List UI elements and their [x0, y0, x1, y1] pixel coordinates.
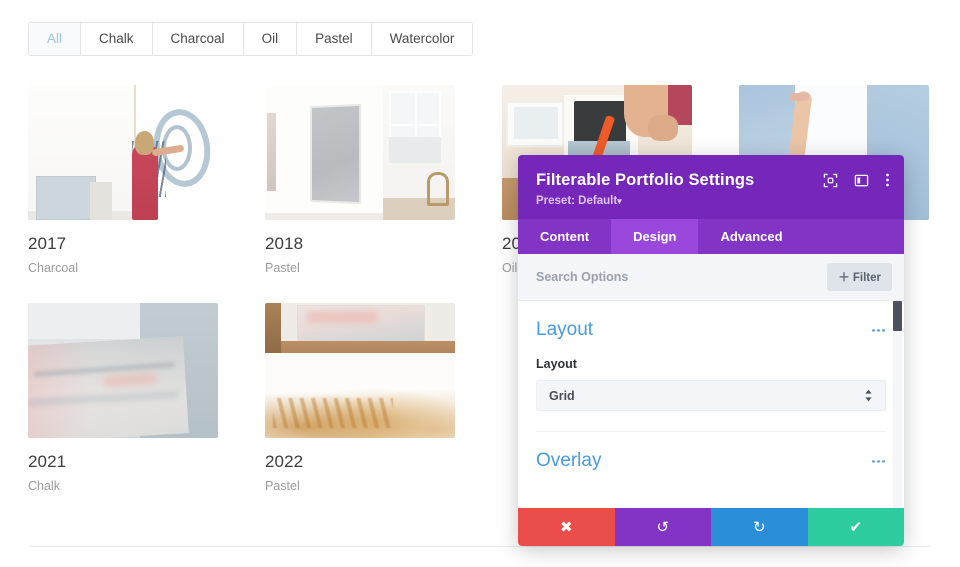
settings-tab-bar: Content Design Advanced [518, 219, 904, 254]
artwork-image-watercolor-on-paper [265, 303, 455, 438]
section-title[interactable]: Overlay [536, 450, 601, 472]
portfolio-item-category[interactable]: Pastel [265, 479, 455, 493]
preset-selector[interactable]: Preset: Default▾ [536, 195, 886, 207]
cancel-button[interactable]: ✖ [518, 508, 615, 546]
filter-tab-chalk[interactable]: Chalk [81, 23, 153, 55]
preset-label: Preset: Default [536, 195, 618, 207]
portfolio-item[interactable]: 2021 Chalk [28, 303, 218, 493]
section-more-options-icon[interactable]: ⋮ [870, 454, 887, 469]
settings-header-actions [823, 172, 890, 188]
portfolio-item-title[interactable]: 2021 [28, 452, 218, 472]
module-settings-panel: Filterable Portfolio Settings Preset: De… [518, 155, 904, 546]
portfolio-item-title[interactable]: 2018 [265, 234, 455, 254]
artwork-image-gallery-interior [265, 85, 455, 220]
check-icon: ✔ [849, 518, 863, 536]
portfolio-thumbnail[interactable] [28, 85, 218, 220]
filter-tab-all[interactable]: All [29, 23, 82, 55]
save-button[interactable]: ✔ [807, 508, 904, 546]
panel-layout-icon[interactable] [854, 173, 869, 188]
portfolio-item[interactable]: 2017 Charcoal [28, 85, 218, 275]
settings-action-bar: ✖ ↺ ↻ ✔ [518, 508, 904, 546]
portfolio-item-title[interactable]: 2022 [265, 452, 455, 472]
tab-design[interactable]: Design [611, 219, 699, 254]
tab-content[interactable]: Content [518, 219, 611, 254]
redo-icon: ↻ [752, 518, 766, 536]
portfolio-filter-bar: All Chalk Charcoal Oil Pastel Watercolor [28, 22, 474, 56]
add-filter-button[interactable]: ＋ Filter [827, 263, 892, 291]
settings-search-bar: ＋ Filter [518, 254, 904, 301]
undo-icon: ↺ [656, 518, 670, 536]
undo-button[interactable]: ↺ [614, 508, 711, 546]
chevron-down-icon: ▾ [617, 196, 622, 206]
portfolio-item[interactable]: 2018 Pastel [265, 85, 455, 275]
select-arrows-icon [864, 389, 873, 402]
portfolio-item-title[interactable]: 2017 [28, 234, 218, 254]
settings-scrollbar-thumb[interactable] [893, 301, 902, 331]
filter-tab-watercolor[interactable]: Watercolor [371, 23, 473, 55]
page-divider [30, 546, 930, 547]
focus-icon[interactable] [823, 173, 838, 188]
filter-tab-pastel[interactable]: Pastel [297, 23, 372, 55]
section-title[interactable]: Layout [536, 319, 593, 341]
field-layout: Layout Grid [536, 357, 886, 411]
settings-scrollbar-track[interactable] [893, 301, 902, 508]
layout-select[interactable]: Grid [536, 380, 886, 411]
settings-header: Filterable Portfolio Settings Preset: De… [518, 155, 904, 219]
section-overlay: Overlay ⋮ [518, 432, 904, 472]
section-overlay-header: Overlay ⋮ [536, 450, 887, 472]
portfolio-item-category[interactable]: Charcoal [28, 261, 218, 275]
field-label: Layout [536, 357, 577, 371]
tab-advanced[interactable]: Advanced [698, 219, 804, 254]
section-more-options-icon[interactable]: ⋮ [870, 323, 887, 338]
layout-select-value: Grid [549, 388, 575, 403]
artwork-image-artist-painting [28, 85, 218, 220]
portfolio-item-category[interactable]: Chalk [28, 479, 218, 493]
artwork-image-pastel-abstract [28, 303, 218, 438]
filter-tab-charcoal[interactable]: Charcoal [152, 23, 244, 55]
close-icon: ✖ [559, 518, 573, 536]
section-layout: Layout ⋮ Layout Grid [518, 301, 904, 432]
portfolio-item[interactable]: 2022 Pastel [265, 303, 455, 493]
portfolio-item-category[interactable]: Pastel [265, 261, 455, 275]
filter-tab-oil[interactable]: Oil [243, 23, 298, 55]
portfolio-thumbnail[interactable] [265, 303, 455, 438]
more-options-icon[interactable] [885, 172, 890, 188]
settings-body: Layout ⋮ Layout Grid Overlay ⋮ [518, 301, 904, 508]
section-layout-header: Layout ⋮ [536, 319, 887, 341]
search-input[interactable] [536, 270, 828, 284]
portfolio-thumbnail[interactable] [28, 303, 218, 438]
portfolio-thumbnail[interactable] [265, 85, 455, 220]
redo-button[interactable]: ↻ [711, 508, 808, 546]
